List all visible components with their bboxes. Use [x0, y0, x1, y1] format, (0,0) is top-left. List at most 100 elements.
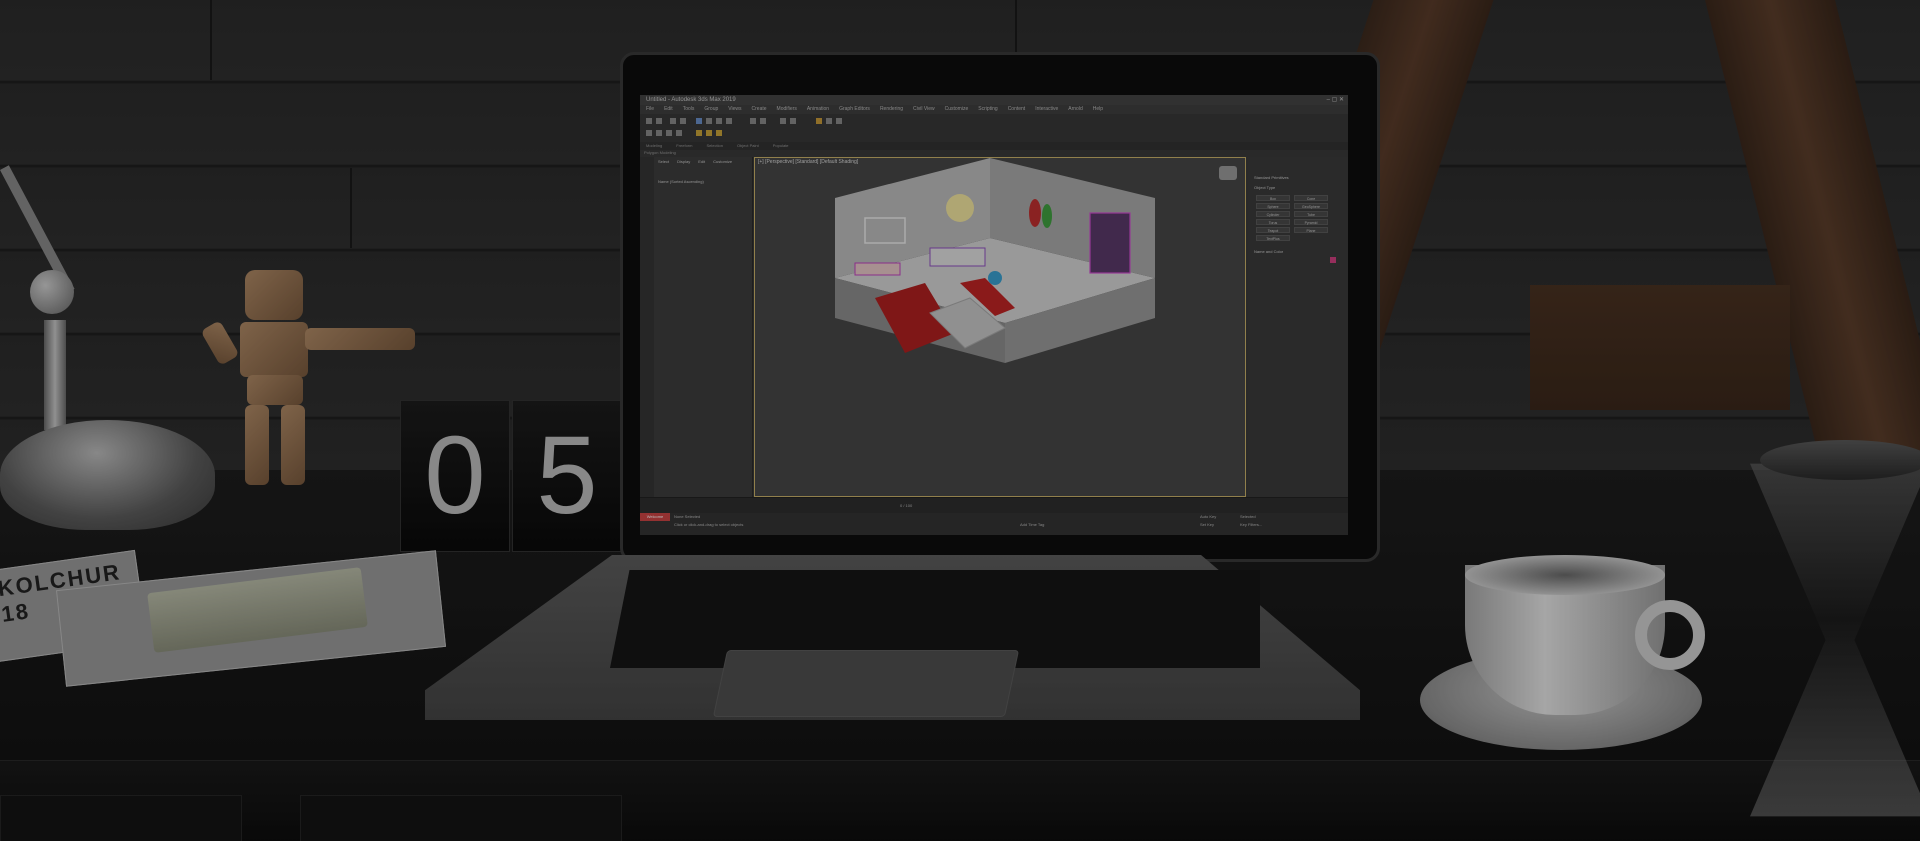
- flip-clock-left: 0: [400, 400, 510, 552]
- scene-explorer-tab[interactable]: Select: [658, 159, 669, 164]
- toolbar-icon[interactable]: [656, 130, 662, 136]
- render-setup-icon[interactable]: [826, 118, 832, 124]
- figure-leg-right: [281, 405, 305, 485]
- scene-explorer-tabs: Select Display Edit Customize: [658, 159, 732, 164]
- timeline[interactable]: 0 / 100: [640, 497, 1348, 514]
- ribbon-panel-label[interactable]: Polygon Modeling: [644, 150, 676, 156]
- menu-item[interactable]: Interactive: [1035, 105, 1058, 114]
- box-button[interactable]: Box: [1256, 195, 1290, 201]
- menu-item[interactable]: Tools: [683, 105, 695, 114]
- toolbar-icon[interactable]: [646, 130, 652, 136]
- object-color-swatch[interactable]: [1330, 257, 1336, 263]
- menu-item[interactable]: File: [646, 105, 654, 114]
- desk-drawer: [300, 795, 622, 841]
- ribbon-tab[interactable]: Populate: [773, 142, 789, 150]
- ribbon-tab[interactable]: Modeling: [646, 142, 662, 150]
- cylinder-button[interactable]: Cylinder: [1256, 211, 1290, 217]
- plank-seam: [350, 168, 352, 248]
- toolbar-icon[interactable]: [666, 130, 672, 136]
- name-and-color-rollout[interactable]: Name and Color: [1254, 249, 1283, 254]
- toolbar-icon[interactable]: [696, 130, 702, 136]
- figure-hips: [247, 375, 303, 405]
- app-menu-bar: File Edit Tools Group Views Create Modif…: [640, 105, 1348, 114]
- tube-button[interactable]: Tube: [1294, 211, 1328, 217]
- desk-lamp-base: [0, 420, 215, 530]
- scene-explorer-column-header[interactable]: Name (Sorted Ascending): [658, 179, 704, 184]
- textplus-button[interactable]: TextPlus: [1256, 235, 1290, 241]
- desk-lamp-pole: [44, 320, 66, 430]
- unlink-icon[interactable]: [680, 118, 686, 124]
- toolbar-icon[interactable]: [706, 130, 712, 136]
- laptop-trackpad: [712, 650, 1020, 717]
- cone-button[interactable]: Cone: [1294, 195, 1328, 201]
- prompt-hint: Click or click-and-drag to select object…: [674, 522, 744, 527]
- scale-icon[interactable]: [726, 118, 732, 124]
- snap-icon[interactable]: [750, 118, 756, 124]
- material-editor-icon[interactable]: [816, 118, 822, 124]
- menu-item[interactable]: Content: [1008, 105, 1026, 114]
- menu-item[interactable]: Create: [752, 105, 767, 114]
- scene-explorer-tab[interactable]: Edit: [698, 159, 705, 164]
- object-type-rollout[interactable]: Object Type: [1254, 185, 1275, 190]
- undo-icon[interactable]: [646, 118, 652, 124]
- coffee-cup-handle: [1635, 600, 1705, 670]
- render-icon[interactable]: [836, 118, 842, 124]
- left-tool-strip: [640, 157, 654, 497]
- ribbon-tabs: Modeling Freeform Selection Object Paint…: [640, 142, 1348, 150]
- menu-item[interactable]: Edit: [664, 105, 673, 114]
- primitive-type-dropdown[interactable]: Standard Primitives: [1254, 175, 1289, 180]
- selected-dropdown[interactable]: Selected: [1240, 514, 1256, 519]
- command-panel: Standard Primitives Object Type Box Cone…: [1248, 157, 1348, 497]
- welcome-tab[interactable]: Welcome: [640, 513, 670, 521]
- view-cube-icon[interactable]: [1219, 166, 1237, 180]
- auto-key-button[interactable]: Auto Key: [1200, 514, 1216, 519]
- scene-explorer: Select Display Edit Customize Name (Sort…: [654, 157, 753, 497]
- hanging-clothes: [1029, 199, 1041, 227]
- hanging-clothes: [1042, 204, 1052, 228]
- menu-item[interactable]: Arnold: [1068, 105, 1082, 114]
- menu-item[interactable]: Civil View: [913, 105, 935, 114]
- tv-stand-model: [854, 262, 901, 276]
- laptop-screen: Untitled - Autodesk 3ds Max 2019 – ▢ ✕ F…: [640, 95, 1348, 535]
- app-title-bar: Untitled - Autodesk 3ds Max 2019 – ▢ ✕: [640, 95, 1348, 105]
- ribbon-tab[interactable]: Selection: [706, 142, 722, 150]
- move-icon[interactable]: [706, 118, 712, 124]
- wooden-letter-a-crossbar: [1530, 285, 1790, 410]
- sphere-button[interactable]: Sphere: [1256, 203, 1290, 209]
- menu-item[interactable]: Help: [1093, 105, 1103, 114]
- scene-explorer-tab[interactable]: Display: [677, 159, 690, 164]
- menu-item[interactable]: Animation: [807, 105, 829, 114]
- angle-snap-icon[interactable]: [760, 118, 766, 124]
- link-icon[interactable]: [670, 118, 676, 124]
- menu-item[interactable]: Scripting: [978, 105, 997, 114]
- menu-item[interactable]: Rendering: [880, 105, 903, 114]
- menu-item[interactable]: Views: [728, 105, 741, 114]
- scene-explorer-tab[interactable]: Customize: [713, 159, 732, 164]
- key-filters-button[interactable]: Key Filters...: [1240, 522, 1262, 527]
- set-key-button[interactable]: Set Key: [1200, 522, 1214, 527]
- redo-icon[interactable]: [656, 118, 662, 124]
- geosphere-button[interactable]: GeoSphere: [1294, 203, 1328, 209]
- main-toolbar: [640, 114, 1348, 143]
- teapot-button[interactable]: Teapot: [1256, 227, 1290, 233]
- chair-model: [988, 271, 1002, 285]
- menu-item[interactable]: Group: [704, 105, 718, 114]
- window-controls[interactable]: – ▢ ✕: [1327, 95, 1344, 105]
- select-icon[interactable]: [696, 118, 702, 124]
- align-icon[interactable]: [790, 118, 796, 124]
- ribbon-tab[interactable]: Object Paint: [737, 142, 759, 150]
- time-slider-label[interactable]: 0 / 100: [900, 503, 912, 508]
- rotate-icon[interactable]: [716, 118, 722, 124]
- pyramid-button[interactable]: Pyramid: [1294, 219, 1328, 225]
- plane-button[interactable]: Plane: [1294, 227, 1328, 233]
- perspective-viewport[interactable]: [+] [Perspective] [Standard] [Default Sh…: [754, 157, 1246, 497]
- toolbar-icon[interactable]: [676, 130, 682, 136]
- toolbar-icon[interactable]: [716, 130, 722, 136]
- torus-button[interactable]: Torus: [1256, 219, 1290, 225]
- ribbon-tab[interactable]: Freeform: [676, 142, 692, 150]
- menu-item[interactable]: Customize: [945, 105, 969, 114]
- menu-item[interactable]: Graph Editors: [839, 105, 870, 114]
- mirror-icon[interactable]: [780, 118, 786, 124]
- menu-item[interactable]: Modifiers: [777, 105, 797, 114]
- add-time-tag-button[interactable]: Add Time Tag: [1020, 522, 1044, 527]
